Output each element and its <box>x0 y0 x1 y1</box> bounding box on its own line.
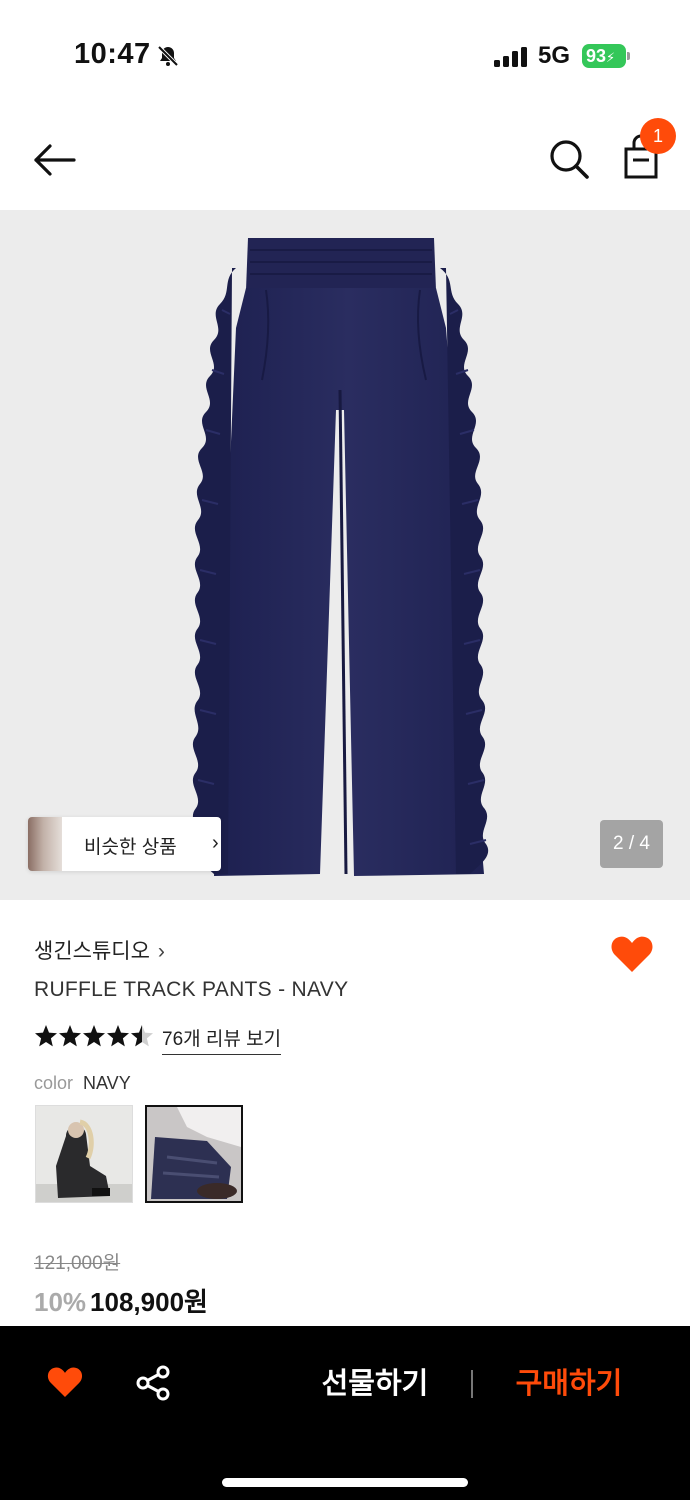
search-icon <box>550 140 589 179</box>
product-detail-page: 10:47 5G 93⚡ 1 비슷한 상품 › 2 / 4 생긴스튜디오 › R… <box>0 0 690 1500</box>
divider <box>471 1370 473 1398</box>
star-rating-icon <box>35 1025 153 1047</box>
heart-filled-icon <box>611 936 653 972</box>
gift-button[interactable]: 선물하기 <box>300 1364 450 1404</box>
similar-products-label: 비슷한 상품 <box>84 837 177 858</box>
color-swatch-navy-selected[interactable] <box>145 1105 243 1203</box>
bottom-favorite-button[interactable] <box>45 1362 85 1402</box>
battery-charging-icon: 93⚡ <box>582 44 630 68</box>
color-option-row: color NAVY <box>34 1073 131 1094</box>
network-label: 5G <box>538 42 571 69</box>
cellular-signal-icon <box>494 47 527 67</box>
color-swatch-lookbook[interactable] <box>35 1105 133 1203</box>
bottom-action-bar: 선물하기 구매하기 <box>0 1326 690 1500</box>
heart-filled-icon <box>47 1367 83 1397</box>
final-price: 108,900원 <box>90 1287 208 1317</box>
share-icon <box>136 1365 170 1401</box>
status-time: 10:47 <box>74 38 151 70</box>
swatch-photo <box>147 1107 241 1201</box>
battery-nub <box>627 52 630 60</box>
buy-button[interactable]: 구매하기 <box>494 1364 644 1404</box>
search-button[interactable] <box>546 136 592 182</box>
app-header <box>0 110 690 210</box>
brand-name: 생긴스튜디오 <box>34 940 150 963</box>
image-page-indicator: 2 / 4 <box>600 820 663 868</box>
price-row: 10% 108,900원 <box>34 1282 208 1319</box>
swatch-photo <box>36 1106 132 1202</box>
similar-product-thumbnail <box>28 817 62 871</box>
home-indicator <box>222 1478 468 1487</box>
brand-link[interactable]: 생긴스튜디오 › <box>34 935 165 965</box>
battery-level: 93⚡ <box>582 44 626 68</box>
review-link[interactable]: 76개 리뷰 보기 <box>162 1024 282 1055</box>
share-button[interactable] <box>134 1364 172 1402</box>
product-title: RUFFLE TRACK PANTS - NAVY <box>34 978 349 1001</box>
product-image-gallery[interactable] <box>0 210 690 900</box>
status-bar: 10:47 5G 93⚡ <box>0 0 690 110</box>
battery-percent: 93 <box>586 46 607 66</box>
option-label: color <box>34 1073 74 1093</box>
favorite-button[interactable] <box>608 930 656 978</box>
chevron-right-icon: › <box>212 832 219 854</box>
cart-count-badge: 1 <box>640 118 676 154</box>
similar-products-button[interactable]: 비슷한 상품 › <box>28 817 221 871</box>
discount-rate: 10% <box>34 1287 87 1317</box>
bell-slash-icon <box>157 45 179 67</box>
product-photo-navy-pants <box>192 238 489 876</box>
back-arrow-icon <box>34 144 76 176</box>
chevron-right-icon: › <box>157 940 165 963</box>
original-price: 121,000원 <box>34 1253 121 1274</box>
option-value: NAVY <box>83 1073 131 1093</box>
back-button[interactable] <box>30 138 80 182</box>
